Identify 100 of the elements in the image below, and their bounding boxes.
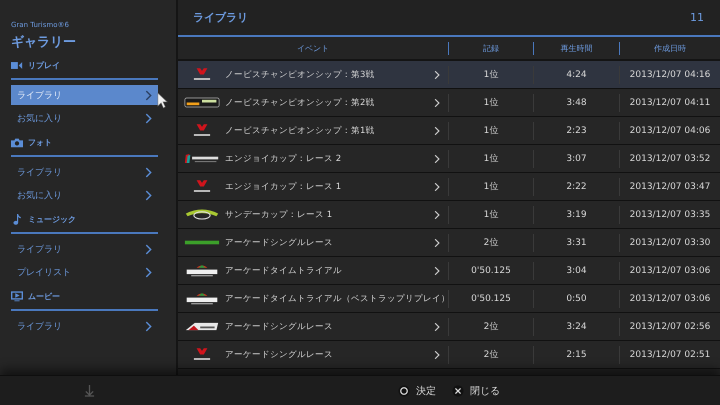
column-header[interactable]: 作成日時 (619, 42, 720, 54)
sidebar-item[interactable]: プレイリスト (11, 262, 158, 282)
table-cell-text: エンジョイカップ：レース 1 (225, 180, 342, 192)
table-row[interactable]: エンジョイカップ：レース 2 1位 3:07 2013/12/07 03:52 (178, 145, 720, 173)
table-cell: アーケードタイムトライアル（ベストラップリプレイ） (225, 292, 450, 304)
pointer-icon (157, 92, 168, 109)
table-cell: 1位 (484, 182, 498, 192)
footer-action[interactable]: 閉じる (452, 384, 500, 398)
camera-icon (11, 136, 23, 148)
chevron-icon (434, 126, 440, 136)
table-cell: 0'50.125 (471, 266, 511, 276)
table-cell-text: ノービスチャンピオンシップ：第2戦 (225, 96, 376, 108)
table-cell: 1位 (484, 98, 498, 108)
logo-icon (184, 291, 220, 306)
table-cell: 2013/12/07 03:06 (630, 266, 710, 276)
table-row[interactable]: ノービスチャンピオンシップ：第2戦 1位 3:48 2013/12/07 04:11 (178, 89, 720, 117)
section-heading: ミュージック (28, 214, 76, 224)
logo-icon (184, 263, 220, 278)
table-cell: 2:23 (566, 126, 587, 136)
section-heading: フォト (28, 136, 52, 148)
table-row[interactable]: アーケードタイムトライアル 0'50.125 3:04 2013/12/07 03:06 (178, 257, 720, 285)
table-cell: 1位 (484, 70, 498, 80)
table-cell-text: ノービスチャンピオンシップ：第3戦 (225, 68, 376, 80)
sidebar-item[interactable]: ライブラリ (11, 162, 158, 182)
sidebar-item[interactable]: ライブラリ (11, 316, 158, 336)
table-cell: 1位 (484, 210, 498, 220)
chevron-icon (145, 166, 152, 178)
table-cell: 2013/12/07 03:30 (630, 238, 710, 248)
table-row[interactable]: ノービスチャンピオンシップ：第3戦 1位 4:24 2013/12/07 04:16 (178, 61, 720, 89)
circle-button-icon (398, 384, 410, 396)
chevron-icon (434, 350, 440, 360)
table-cell: 2位 (484, 238, 498, 248)
chevron-icon (434, 154, 440, 164)
table-cell-text: アーケードタイムトライアル (225, 264, 343, 276)
column-header[interactable]: 記録 (448, 42, 533, 54)
table-row[interactable]: アーケードタイムトライアル（ベストラップリプレイ） 0'50.125 0:50 2013/12/07 03:06 (178, 285, 720, 313)
table-cell: 2013/12/07 03:06 (630, 294, 710, 304)
sidebar-item[interactable]: お気に入り (11, 185, 158, 205)
table-row[interactable]: アーケードシングルレース 2位 3:24 2013/12/07 02:56 (178, 313, 720, 341)
table-cell-text: ノービスチャンピオンシップ：第1戦 (225, 124, 376, 136)
table-cell: 0'50.125 (471, 294, 511, 304)
chevron-icon (145, 266, 152, 278)
table-cell: 3:48 (566, 98, 587, 108)
chevron-icon (434, 210, 440, 220)
table-cell: 4:24 (566, 70, 587, 80)
chevron-icon (434, 98, 440, 108)
table-row[interactable]: エンジョイカップ：レース 1 1位 2:22 2013/12/07 03:47 (178, 173, 720, 201)
column-header[interactable]: 再生時間 (533, 42, 619, 54)
table-cell: 2位 (484, 350, 498, 360)
monitor-icon (11, 290, 23, 302)
table-row[interactable]: アーケードシングルレース 2位 2:15 2013/12/07 02:51 (178, 341, 720, 369)
table-cell: 3:07 (566, 154, 587, 164)
table-cell: 2013/12/07 04:11 (630, 98, 710, 108)
chevron-icon (434, 70, 440, 80)
logo-icon (184, 207, 220, 222)
table-cell-text: サンデーカップ：レース 1 (225, 208, 334, 220)
table-cell: 2位 (484, 322, 498, 332)
logo-icon (184, 95, 220, 110)
table-row[interactable]: アーケードシングルレース 2位 3:31 2013/12/07 03:30 (178, 229, 720, 257)
item-count: 11 (690, 11, 704, 24)
table-cell: 2013/12/07 02:51 (630, 350, 710, 360)
table-cell: 2:15 (566, 350, 587, 360)
table-cell: 2013/12/07 04:16 (630, 70, 710, 80)
table-cell: 0:50 (566, 294, 587, 304)
table-cell: 2013/12/07 02:56 (630, 322, 710, 332)
table-cell: 2:22 (566, 182, 587, 192)
chevron-icon (434, 322, 440, 332)
table-cell-text: アーケードシングルレース (225, 236, 334, 248)
sidebar-item[interactable]: ライブラリ (11, 239, 158, 259)
table-cell: 2013/12/07 03:35 (630, 210, 710, 220)
chevron-icon (145, 320, 152, 332)
table-row[interactable]: サンデーカップ：レース 1 1位 3:19 2013/12/07 03:35 (178, 201, 720, 229)
cross-button-icon (452, 384, 464, 396)
table-cell-text: アーケードシングルレース (225, 320, 334, 332)
video-camera-icon (11, 60, 23, 70)
chevron-icon (434, 266, 440, 276)
table-cell: 3:24 (566, 322, 587, 332)
column-header[interactable]: イベント (178, 42, 448, 54)
table-cell: 2013/12/07 04:06 (630, 126, 710, 136)
sidebar-item[interactable]: お気に入り (11, 108, 158, 128)
table-row[interactable]: ノービスチャンピオンシップ：第1戦 1位 2:23 2013/12/07 04:06 (178, 117, 720, 145)
table-cell: 3:31 (566, 238, 587, 248)
chevron-icon (434, 238, 440, 248)
down-arrow-icon (84, 384, 94, 397)
chevron-icon (145, 244, 152, 254)
chevron-icon (434, 182, 440, 192)
music-note-icon (11, 214, 23, 224)
table-cell-text: アーケードシングルレース (225, 348, 334, 360)
table-cell: 1位 (484, 126, 498, 136)
table-cell: 2013/12/07 03:47 (630, 182, 710, 192)
chevron-icon (145, 90, 152, 100)
table-cell: 3:04 (566, 266, 587, 276)
table-cell: 2013/12/07 03:52 (630, 154, 710, 164)
section-heading: ムービー (28, 290, 60, 302)
panel-title: ライブラリ (193, 10, 248, 25)
app-title: ギャラリー (11, 34, 77, 51)
footer-action[interactable]: 決定 (398, 384, 436, 398)
chevron-icon (145, 190, 152, 200)
table-cell: 1位 (484, 154, 498, 164)
table-cell-text: エンジョイカップ：レース 2 (225, 152, 342, 164)
